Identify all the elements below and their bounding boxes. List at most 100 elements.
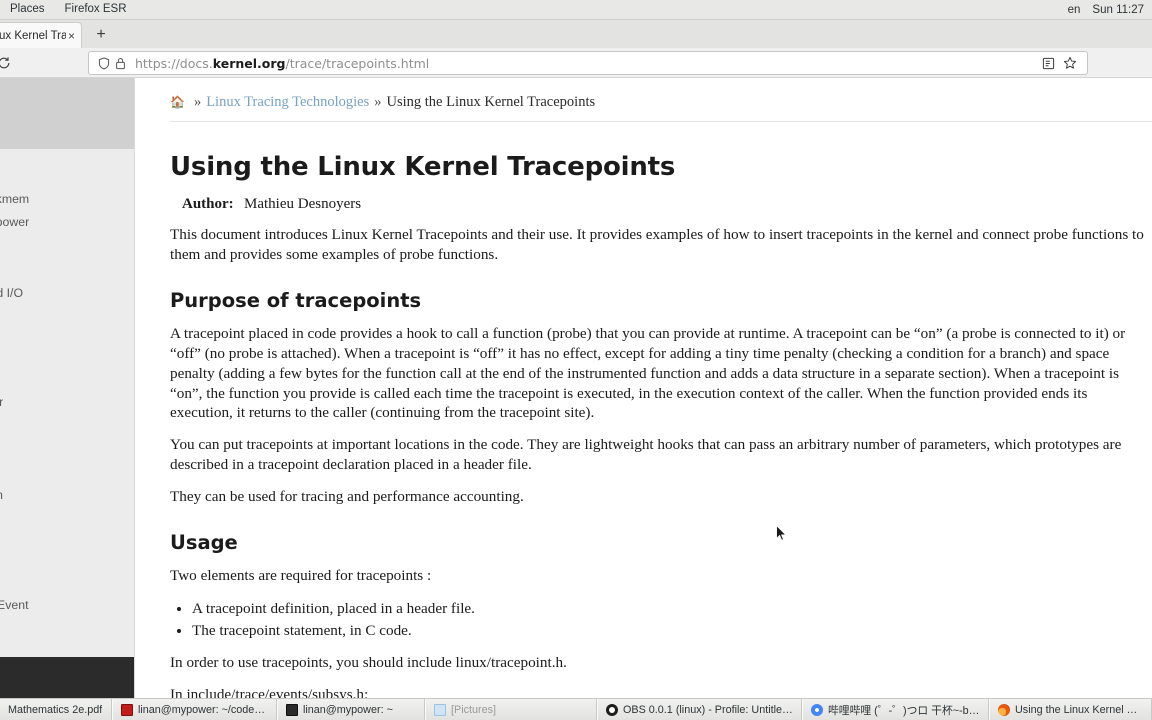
browser-chrome: ux Kernel Tracep × + https:: [0, 20, 1152, 78]
taskbar-item-label: 哔哩哔哩 (゜-゜)つロ 干杯~-bilibili -...: [828, 704, 980, 717]
sidebar-item-1[interactable]: em Trace Points: kmem: [0, 188, 134, 211]
sidebar-item-9[interactable]: e tracing: [0, 368, 134, 391]
taskbar-item-obs[interactable]: OBS 0.0.1 (linux) - Profile: Untitled ..…: [597, 699, 802, 720]
sidebar-item-10[interactable]: e Latency Detector: [0, 391, 134, 414]
sidebar-item-19[interactable]: ents: User-based Event: [0, 594, 134, 617]
used-for-paragraph: They can be used for tracing and perform…: [170, 488, 524, 506]
reload-icon[interactable]: [0, 52, 14, 74]
two-elements-paragraph: Two elements are required for tracepoint…: [170, 567, 432, 585]
new-tab-button[interactable]: +: [88, 22, 114, 48]
sidebar-item-0[interactable]: acing: [0, 165, 134, 188]
address-bar[interactable]: https://docs.kernel.org/trace/tracepoint…: [88, 51, 1088, 75]
browser-tab[interactable]: ux Kernel Tracep ×: [0, 22, 82, 48]
intro-paragraph: This document introduces Linux Kernel Tr…: [170, 226, 1144, 263]
page-title: Using the Linux Kernel Tracepoints: [170, 152, 676, 182]
taskbar-item-label: Mathematics 2e.pdf: [8, 703, 103, 716]
sidebar-item-3[interactable]: e Events: [0, 235, 134, 258]
file-manager-icon: [434, 703, 446, 716]
taskbar-item-terminal-2[interactable]: linan@mypower: ~: [277, 699, 425, 720]
sidebar-scroll-content: e Linux Kernel ints e of tracepoints aci…: [0, 78, 134, 698]
author-label: Author:: [182, 196, 234, 212]
url-scheme: https://docs.: [135, 55, 213, 71]
keyboard-layout-indicator[interactable]: en: [1068, 4, 1081, 16]
sidebar-dark-section: ntainer Handbook tion epatching driver i…: [0, 656, 134, 698]
panel-menu-places[interactable]: Places: [0, 0, 55, 19]
sidebar-current-page-block: e Linux Kernel ints e of tracepoints: [0, 78, 134, 149]
tab-strip: ux Kernel Tracep × +: [0, 20, 1152, 48]
heading-usage: Usage: [170, 531, 238, 555]
terminal-red-icon: [121, 703, 133, 716]
chrome-icon: [811, 703, 823, 716]
panel-menu-firefox-esr[interactable]: Firefox ESR: [55, 0, 137, 19]
sidebar-gap-3: [0, 578, 134, 594]
obs-icon: [606, 703, 618, 716]
sidebar-item-17[interactable]: t - ARM Hardware: [0, 554, 134, 577]
list-item: The tracepoint statement, in C code.: [192, 620, 1152, 642]
reader-mode-icon[interactable]: [1037, 57, 1059, 70]
taskbar-item-pdf[interactable]: Mathematics 2e.pdf: [0, 699, 112, 720]
sidebar-item-16[interactable]: -T over STP: [0, 531, 134, 554]
terminal-dark-icon: [286, 703, 298, 716]
home-icon[interactable]: 🏠: [170, 95, 185, 110]
sidebar-subitem-purpose[interactable]: e of tracepoints: [0, 118, 125, 139]
breadcrumb-parent-link[interactable]: Linux Tracing Technologies: [206, 94, 369, 111]
lock-icon[interactable]: [112, 57, 129, 70]
docs-sidebar[interactable]: e Linux Kernel ints e of tracepoints aci…: [0, 78, 135, 698]
sidebar-item-13[interactable]: Trace Hub (TH): [0, 461, 134, 484]
sidebar-item-8[interactable]: m Design Notes: [0, 344, 134, 367]
url-text[interactable]: https://docs.kernel.org/trace/tracepoint…: [135, 56, 1037, 71]
breadcrumb-separator-2: »: [374, 94, 382, 110]
sidebar-item-14[interactable]: Ring Buffer Design: [0, 484, 134, 507]
purpose-paragraph: A tracepoint placed in code provides a h…: [170, 324, 1126, 422]
tab-title: ux Kernel Tracep: [0, 29, 66, 42]
document-inner: 🏠 » Linux Tracing Technologies » Using t…: [136, 78, 1152, 698]
sidebar-dark-item-0[interactable]: ntainer Handbook: [0, 657, 134, 680]
close-icon[interactable]: ×: [66, 30, 77, 42]
taskbar-item-label: Using the Linux Kernel Tracepoin: [1015, 703, 1143, 716]
taskbar-item-label: linan@mypower: ~: [303, 703, 393, 716]
sidebar-gap-4: [0, 617, 134, 633]
sidebar-item-7[interactable]: stograms: [0, 321, 134, 344]
bookmark-star-icon[interactable]: [1059, 56, 1081, 70]
usage-bullet-list: A tracepoint definition, placed in a hea…: [192, 598, 1152, 641]
sidebar-dark-item-1[interactable]: tion: [0, 680, 134, 698]
shield-icon[interactable]: [95, 56, 112, 70]
sidebar-gap-2: [0, 305, 134, 321]
sidebar-item-2[interactable]: em Trace Points: power: [0, 211, 134, 234]
sidebar-item-4[interactable]: ce Events: [0, 258, 134, 281]
window-list-taskbar: Mathematics 2e.pdf linan@mypower: ~/code…: [0, 698, 1152, 720]
author-field: Author: Mathieu Desnoyers: [182, 196, 1152, 213]
breadcrumb-separator-1: »: [193, 94, 202, 110]
sidebar-item-21[interactable]: Verification: [0, 633, 134, 656]
url-domain: kernel.org: [212, 55, 286, 71]
sidebar-current-title: e Linux Kernel ints: [0, 83, 125, 118]
document-content: 🏠 » Linux Tracing Technologies » Using t…: [136, 78, 1152, 698]
taskbar-item-bilibili[interactable]: 哔哩哔哩 (゜-゜)つロ 干杯~-bilibili -...: [802, 699, 989, 720]
taskbar-item-firefox-active[interactable]: Using the Linux Kernel Tracepoin: [989, 699, 1152, 720]
taskbar-item-label: [Pictures]: [451, 703, 497, 716]
sidebar-item-15[interactable]: Trace Module: [0, 508, 134, 531]
list-item: A tracepoint definition, placed in a hea…: [192, 598, 1152, 620]
breadcrumb: 🏠 » Linux Tracing Technologies » Using t…: [170, 94, 1152, 122]
breadcrumb-current: Using the Linux Kernel Tracepoints: [386, 94, 596, 110]
navigation-toolbar: https://docs.kernel.org/trace/tracepoint…: [0, 48, 1152, 78]
page-viewport: e Linux Kernel ints e of tracepoints aci…: [0, 78, 1152, 698]
sidebar-item-12[interactable]: tracer: [0, 438, 134, 461]
author-value: Mathieu Desnoyers: [244, 196, 362, 212]
subsys-paragraph: In include/trace/events/subsys.h:: [170, 686, 369, 698]
sidebar-item-5[interactable]: d memory-mapped I/O: [0, 282, 134, 305]
clock[interactable]: Sun 11:27: [1092, 4, 1144, 16]
taskbar-item-pictures[interactable]: [Pictures]: [425, 699, 597, 720]
firefox-icon: [998, 703, 1010, 716]
include-paragraph: In order to use tracepoints, you should …: [170, 654, 567, 672]
taskbar-item-label: linan@mypower: ~/codes/git/libbp...: [138, 703, 268, 716]
sidebar-item-11[interactable]: E Tracer: [0, 414, 134, 437]
taskbar-item-label: OBS 0.0.1 (linux) - Profile: Untitled ..…: [623, 703, 793, 716]
taskbar-item-terminal-1[interactable]: linan@mypower: ~/codes/git/libbp...: [112, 699, 277, 720]
url-path: /trace/tracepoints.html: [285, 55, 430, 71]
sidebar-list: acing em Trace Points: kmem em Trace Poi…: [0, 149, 134, 657]
panel-tray: en Sun 11:27: [1068, 4, 1152, 16]
locations-paragraph: You can put tracepoints at important loc…: [170, 436, 1122, 474]
heading-purpose-of-tracepoints: Purpose of tracepoints: [170, 288, 422, 312]
